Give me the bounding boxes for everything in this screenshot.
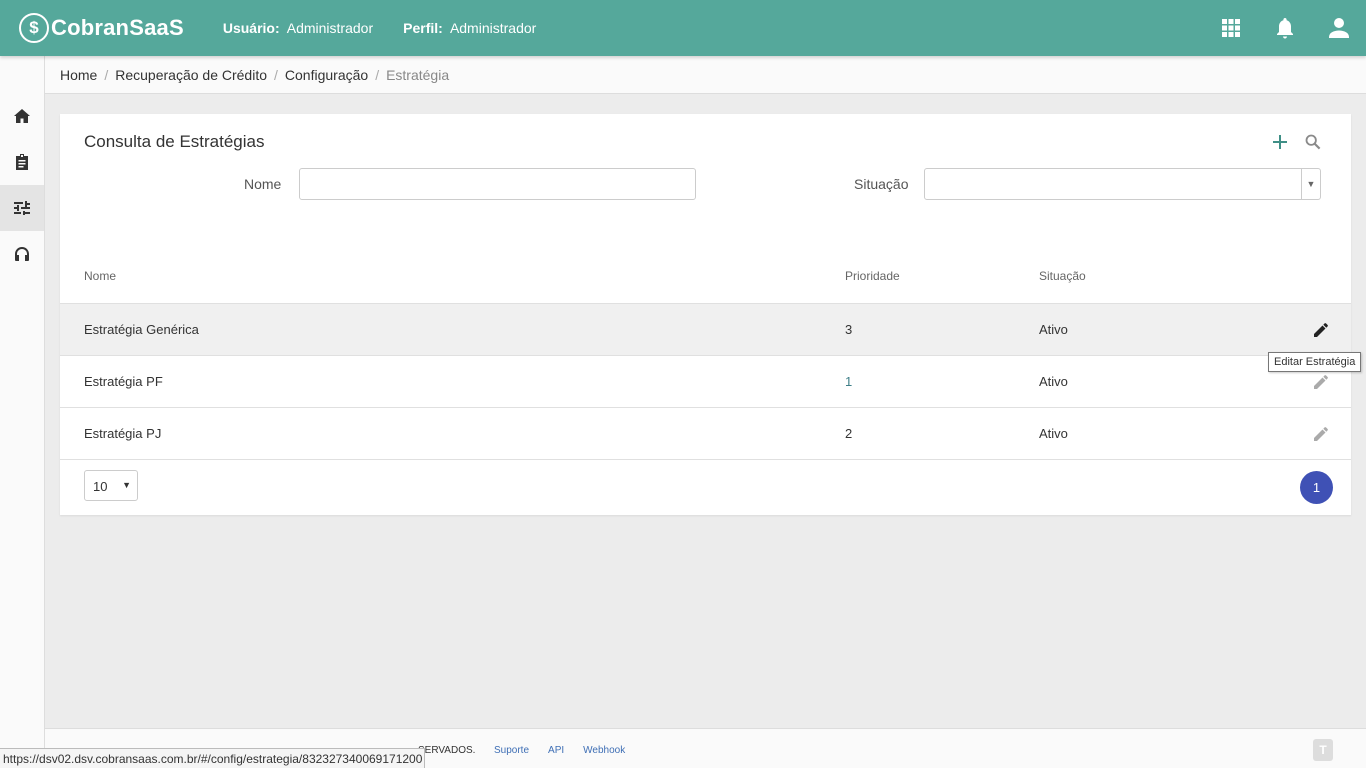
footer-logo-icon: T — [1313, 739, 1333, 761]
user-value: Administrador — [286, 20, 374, 36]
breadcrumb-home[interactable]: Home — [60, 67, 97, 83]
page-title: Consulta de Estratégias — [84, 132, 265, 151]
edit-button[interactable] — [1311, 320, 1331, 340]
row-nome: Estratégia PJ — [84, 426, 162, 441]
brand-name: CobranSaaS — [51, 15, 184, 40]
apps-grid-icon[interactable] — [1204, 0, 1258, 56]
search-icon — [1305, 134, 1320, 150]
nome-filter-input[interactable] — [299, 168, 696, 200]
copyright-text: SERVADOS. — [418, 745, 476, 756]
row-prioridade: 3 — [845, 322, 853, 337]
profile-value: Administrador — [449, 20, 537, 36]
sidebar-item-clipboard[interactable] — [0, 139, 44, 185]
brand-logo[interactable]: $ CobranSaaS — [19, 13, 184, 43]
user-info: Usuário: Administrador Perfil: Administr… — [223, 20, 566, 36]
clipboard-icon — [16, 154, 28, 170]
row-situacao: Ativo — [1039, 374, 1068, 389]
pagination-page-button[interactable]: 1 — [1300, 471, 1333, 504]
breadcrumb-configuracao[interactable]: Configuração — [285, 67, 368, 83]
top-app-bar: $ CobranSaaS Usuário: Administrador Perf… — [0, 0, 1366, 56]
edit-button[interactable] — [1311, 424, 1331, 444]
search-button[interactable] — [1296, 131, 1329, 153]
footer-link-suporte[interactable]: Suporte — [494, 745, 529, 756]
row-prioridade: 1 — [845, 374, 853, 389]
table-row[interactable]: Estratégia PF 1 Ativo — [60, 355, 1351, 407]
bell-icon[interactable] — [1258, 0, 1312, 56]
dropdown-caret-icon: ▼ — [122, 480, 131, 490]
add-button[interactable] — [1263, 131, 1296, 153]
column-header-situacao[interactable]: Situação — [1039, 269, 1086, 283]
sliders-icon — [14, 201, 30, 215]
edit-button[interactable] — [1311, 372, 1331, 392]
column-header-nome[interactable]: Nome — [84, 269, 116, 283]
table-footer-divider — [60, 459, 1351, 460]
nome-filter-label: Nome — [244, 176, 282, 192]
situacao-filter-select[interactable]: ▼ — [924, 168, 1321, 200]
sidebar-item-settings[interactable] — [0, 185, 44, 231]
row-nome: Estratégia PF — [84, 374, 163, 389]
profile-label: Perfil: — [403, 20, 443, 36]
breadcrumb-recuperacao[interactable]: Recuperação de Crédito — [115, 67, 267, 83]
strategies-card: Consulta de Estratégias Nome Situação ▼ … — [60, 114, 1351, 515]
row-situacao: Ativo — [1039, 426, 1068, 441]
table-row[interactable]: Estratégia Genérica 3 Ativo — [60, 303, 1351, 355]
status-bar-url: https://dsv02.dsv.cobransaas.com.br/#/co… — [0, 748, 426, 768]
sidebar — [0, 56, 45, 768]
user-label: Usuário: — [222, 20, 280, 36]
sidebar-item-support[interactable] — [0, 231, 44, 277]
breadcrumb-current: Estratégia — [386, 66, 450, 83]
home-icon — [14, 109, 30, 123]
row-nome: Estratégia Genérica — [84, 322, 199, 337]
row-prioridade: 2 — [845, 426, 853, 441]
breadcrumb: Home / Recuperação de Crédito / Configur… — [45, 56, 1366, 94]
row-situacao: Ativo — [1039, 322, 1068, 337]
pencil-icon — [1314, 323, 1328, 337]
column-header-prioridade[interactable]: Prioridade — [845, 269, 900, 283]
add-icon — [1272, 135, 1287, 149]
coin-logo-icon: $ — [19, 13, 49, 43]
headset-icon — [15, 247, 29, 261]
situacao-filter-label: Situação — [854, 176, 909, 192]
pencil-icon — [1314, 427, 1328, 441]
table-row[interactable]: Estratégia PJ 2 Ativo — [60, 407, 1351, 459]
page-size-select[interactable]: 10 ▼ — [84, 470, 138, 501]
footer-link-api[interactable]: API — [548, 745, 564, 756]
page-size-value: 10 — [93, 479, 108, 494]
dropdown-caret-icon: ▼ — [1301, 169, 1320, 199]
footer-link-webhook[interactable]: Webhook — [583, 745, 625, 756]
pencil-icon — [1314, 375, 1328, 389]
user-account-icon[interactable] — [1312, 0, 1366, 56]
edit-tooltip: Editar Estratégia — [1268, 352, 1362, 372]
sidebar-item-home[interactable] — [0, 93, 44, 139]
